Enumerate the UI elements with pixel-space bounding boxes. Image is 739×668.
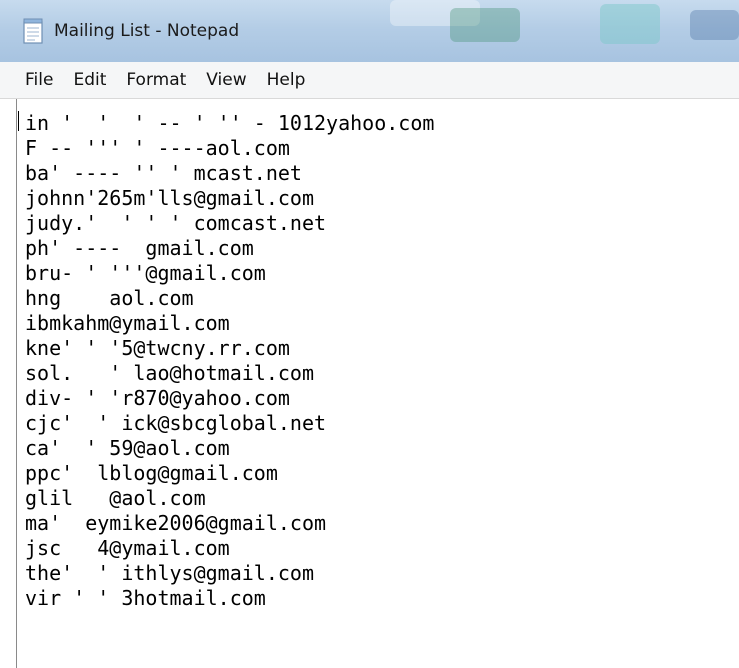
text-editor[interactable]: in ' ' ' -- ' '' - 1012yahoo.com F -- ''… <box>16 99 739 668</box>
document-line[interactable]: ppc' lblog@gmail.com <box>25 461 434 486</box>
document-line[interactable]: ph' ---- gmail.com <box>25 236 434 261</box>
menu-view[interactable]: View <box>206 70 246 90</box>
document-line[interactable]: cjc' ' ick@sbcglobal.net <box>25 411 434 436</box>
document-line[interactable]: the' ' ithlys@gmail.com <box>25 561 434 586</box>
glass-highlight <box>690 10 739 40</box>
document-line[interactable]: vir ' ' 3hotmail.com <box>25 586 434 611</box>
text-caret <box>18 111 19 131</box>
document-line[interactable]: ma' eymike2006@gmail.com <box>25 511 434 536</box>
title-bar[interactable]: Mailing List - Notepad <box>0 0 739 62</box>
menu-edit[interactable]: Edit <box>73 70 106 90</box>
menu-bar: File Edit Format View Help <box>0 62 739 99</box>
document-line[interactable]: hng aol.com <box>25 286 434 311</box>
document-line[interactable]: ibmkahm@ymail.com <box>25 311 434 336</box>
document-lines: in ' ' ' -- ' '' - 1012yahoo.com F -- ''… <box>25 111 434 611</box>
document-line[interactable]: glil @aol.com <box>25 486 434 511</box>
document-line[interactable]: F -- ''' ' ----aol.com <box>25 136 434 161</box>
notepad-window: Mailing List - Notepad File Edit Format … <box>0 0 739 668</box>
notepad-icon[interactable] <box>22 18 44 44</box>
menu-help[interactable]: Help <box>267 70 306 90</box>
document-line[interactable]: johnn'265m'lls@gmail.com <box>25 186 434 211</box>
title-row: Mailing List - Notepad <box>22 16 239 46</box>
glass-highlight <box>450 8 520 42</box>
document-line[interactable]: kne' ' '5@twcny.rr.com <box>25 336 434 361</box>
menu-file[interactable]: File <box>25 70 53 90</box>
document-line[interactable]: sol. ' lao@hotmail.com <box>25 361 434 386</box>
document-line[interactable]: ca' ' 59@aol.com <box>25 436 434 461</box>
document-line[interactable]: judy.' ' ' ' comcast.net <box>25 211 434 236</box>
document-line[interactable]: bru- ' '''@gmail.com <box>25 261 434 286</box>
glass-highlight <box>600 4 660 44</box>
document-line[interactable]: div- ' 'r870@yahoo.com <box>25 386 434 411</box>
document-line[interactable]: ba' ---- '' ' mcast.net <box>25 161 434 186</box>
menu-format[interactable]: Format <box>126 70 186 90</box>
document-line[interactable]: in ' ' ' -- ' '' - 1012yahoo.com <box>25 111 434 136</box>
document-line[interactable]: jsc 4@ymail.com <box>25 536 434 561</box>
window-title: Mailing List - Notepad <box>54 21 240 41</box>
